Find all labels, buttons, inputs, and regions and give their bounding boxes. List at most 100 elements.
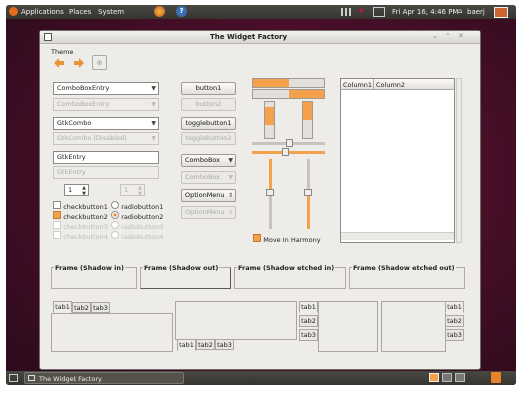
spinbutton-disabled: 1 ▲ ▼ <box>120 184 145 197</box>
desktop: Applications Places System ? ✷ Fri Apr 1… <box>6 5 516 385</box>
horizontal-scrollbar[interactable] <box>341 232 454 240</box>
frame-shadow-etched-in: Frame (Shadow etched in) <box>234 264 346 289</box>
forward-arrow-icon[interactable] <box>74 58 84 68</box>
tab-2[interactable]: tab2 <box>445 315 464 327</box>
vertical-scrollbar[interactable] <box>456 78 462 243</box>
column2-header[interactable]: Column2 <box>376 81 405 89</box>
maximize-icon[interactable]: ⌃ <box>445 32 451 40</box>
theme-label: Theme <box>51 48 74 56</box>
notebook-page <box>318 301 378 352</box>
radio-icon[interactable] <box>111 201 119 209</box>
firefox-icon[interactable] <box>154 6 165 17</box>
checkbox-checked-icon[interactable] <box>253 234 261 242</box>
button1[interactable]: button1 <box>181 82 236 95</box>
minimize-icon[interactable]: ⌄ <box>432 32 438 40</box>
dropdown-arrow-icon[interactable]: ▼ <box>228 155 233 166</box>
power-icon[interactable] <box>494 7 508 18</box>
bottom-panel: The Widget Factory <box>6 371 516 385</box>
dropdown-arrow-icon[interactable]: ▼ <box>151 83 156 94</box>
close-icon[interactable]: ✕ <box>458 32 464 40</box>
tab-2[interactable]: tab2 <box>196 339 215 350</box>
dropdown-arrow-icon: ▼ <box>228 174 233 181</box>
column1-header[interactable]: Column1 <box>343 81 372 89</box>
frame-shadow-etched-in-title: Frame (Shadow etched in) <box>237 264 336 272</box>
tab-2[interactable]: tab2 <box>299 315 318 327</box>
treeview[interactable]: Column1 Column2 <box>340 78 455 243</box>
vscale1[interactable] <box>266 159 274 229</box>
frame-shadow-in-title: Frame (Shadow in) <box>54 264 125 272</box>
notebook-bottom: tab1 tab2 tab3 <box>175 301 297 354</box>
hscale2[interactable] <box>252 148 325 156</box>
tab-1[interactable]: tab1 <box>445 301 464 313</box>
checkbutton1[interactable]: checkbutton1 <box>53 201 108 211</box>
workspace-1[interactable] <box>429 373 439 382</box>
notebook-top: tab1 tab2 tab3 <box>51 301 173 354</box>
radiobutton2[interactable]: radiobutton2 <box>111 211 163 221</box>
user-name[interactable]: baerj <box>467 8 485 16</box>
slider-handle[interactable] <box>286 139 293 147</box>
progressbar-vertical-inverted <box>302 101 313 139</box>
crosshair-icon[interactable]: ⊕ <box>92 55 107 70</box>
combobox[interactable]: ComboBox ▼ <box>181 154 236 167</box>
frame-shadow-in: Frame (Shadow in) <box>51 264 137 289</box>
dropdown-arrow-icon[interactable]: ▼ <box>151 118 156 129</box>
notebook-page <box>381 301 446 352</box>
tab-3[interactable]: tab3 <box>215 339 234 350</box>
button2: button2 <box>181 98 236 111</box>
checkbox-icon[interactable] <box>53 201 61 209</box>
radiobutton1[interactable]: radiobutton1 <box>111 201 163 211</box>
help-icon[interactable]: ? <box>176 6 187 17</box>
tab-1[interactable]: tab1 <box>53 301 72 313</box>
show-desktop-icon[interactable] <box>9 374 18 382</box>
frame-shadow-etched-out: Frame (Shadow etched out) <box>349 264 465 289</box>
spinbutton[interactable]: 1 ▲ ▼ <box>64 184 89 197</box>
optionmenu[interactable]: OptionMenu ⇕ <box>181 189 236 202</box>
radio-selected-icon[interactable] <box>111 211 119 219</box>
radiobutton3: radiobutton3 <box>111 221 163 231</box>
vscale2[interactable] <box>304 159 312 229</box>
notification-icon[interactable]: ✷ <box>358 7 364 15</box>
slider-handle[interactable] <box>266 189 274 196</box>
tab-3[interactable]: tab3 <box>91 302 110 313</box>
updown-arrow-icon[interactable]: ⇕ <box>228 190 233 201</box>
back-arrow-icon[interactable] <box>54 58 64 68</box>
tab-1[interactable]: tab1 <box>299 301 318 313</box>
checkbutton4-label: checkbutton4 <box>63 233 108 241</box>
menu-places[interactable]: Places <box>69 8 91 16</box>
column-divider[interactable] <box>373 79 374 90</box>
checkbutton1-label: checkbutton1 <box>63 203 108 211</box>
gtkcombo[interactable]: GtkCombo ▼ <box>53 117 159 130</box>
slider-handle[interactable] <box>282 148 289 156</box>
tab-3[interactable]: tab3 <box>445 329 464 341</box>
ubuntu-logo-icon[interactable] <box>9 7 18 16</box>
trash-icon[interactable] <box>491 372 501 383</box>
window-titlebar[interactable]: The Widget Factory ⌄ ⌃ ✕ <box>40 31 480 44</box>
progressbar-fill <box>288 90 324 98</box>
move-in-harmony-check[interactable]: Move In Harmony <box>253 234 321 244</box>
network-icon[interactable] <box>341 8 351 16</box>
clock[interactable]: Fri Apr 16, 4:46 PM <box>392 8 458 16</box>
workspace-3[interactable] <box>455 373 465 382</box>
user-icon: ⌂ <box>458 7 463 15</box>
comboboxentry[interactable]: ComboBoxEntry ▼ <box>53 82 159 95</box>
tab-2[interactable]: tab2 <box>72 302 91 313</box>
mail-icon[interactable] <box>373 7 385 17</box>
taskbar-item[interactable]: The Widget Factory <box>24 372 184 384</box>
spin-arrows-icon[interactable]: ▲ ▼ <box>82 185 86 197</box>
menu-system[interactable]: System <box>98 8 124 16</box>
hscale1[interactable] <box>252 139 325 147</box>
window-menu-icon[interactable] <box>44 33 52 41</box>
checkbutton2[interactable]: checkbutton2 <box>53 211 108 221</box>
checkbox-checked-icon[interactable] <box>53 211 61 219</box>
togglebutton1[interactable]: togglebutton1 <box>181 117 236 130</box>
slider-handle[interactable] <box>304 189 312 196</box>
notebook-page <box>175 301 297 340</box>
optionmenu-disabled-value: OptionMenu <box>185 208 225 216</box>
tab-1[interactable]: tab1 <box>177 339 196 351</box>
spinbutton-value: 1 <box>68 186 73 194</box>
workspace-2[interactable] <box>442 373 452 382</box>
tab-3[interactable]: tab3 <box>299 329 318 341</box>
menu-applications[interactable]: Applications <box>21 8 64 16</box>
dropdown-arrow-icon: ▼ <box>151 135 156 142</box>
gtkentry[interactable]: GtkEntry <box>53 151 159 164</box>
